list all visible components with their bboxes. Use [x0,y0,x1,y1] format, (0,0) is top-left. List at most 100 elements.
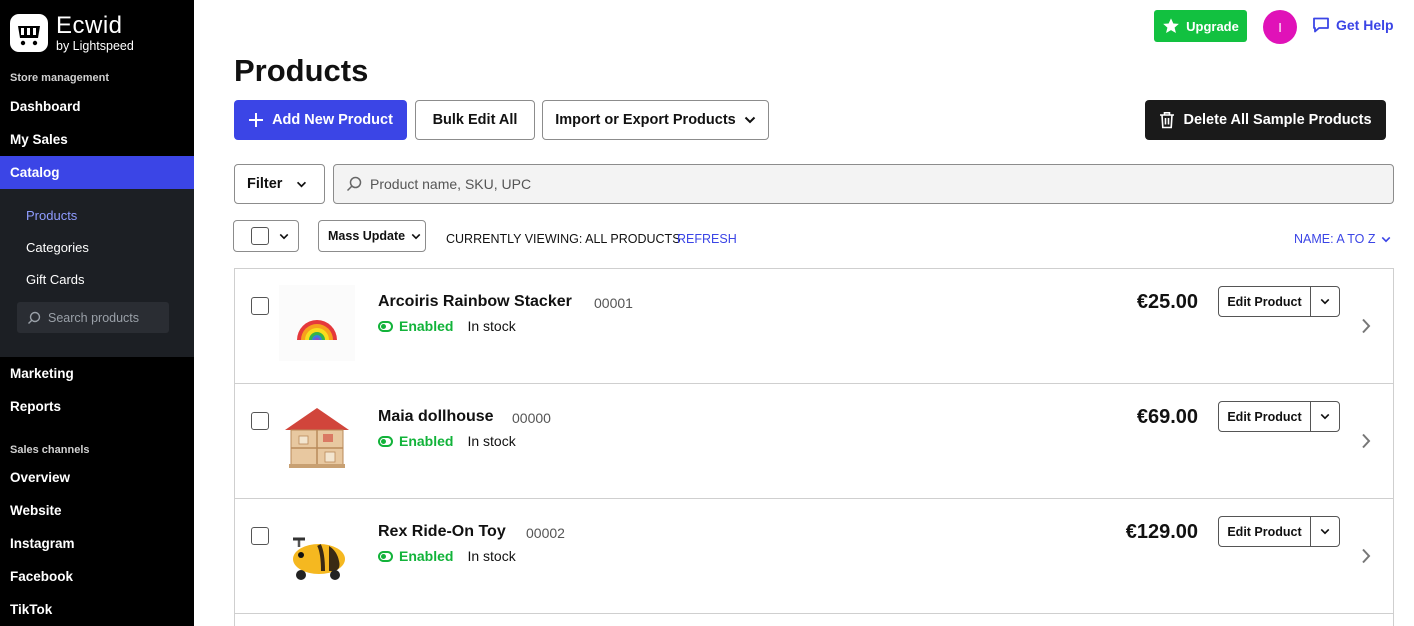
sidebar-subitem-categories[interactable]: Categories [26,240,89,255]
star-icon [1163,18,1179,34]
upgrade-label: Upgrade [1186,18,1239,34]
ride-on-toy-image[interactable] [279,515,355,591]
edit-product-split-button: Edit Product [1218,516,1340,547]
user-avatar[interactable]: I [1263,10,1297,44]
edit-product-menu-button[interactable] [1311,287,1339,316]
refresh-link[interactable]: REFRESH [677,232,737,246]
product-sku: 00001 [594,295,633,311]
bulk-edit-all-label: Bulk Edit All [432,112,518,128]
product-price: €25.00 [1136,291,1198,313]
upgrade-button[interactable]: Upgrade [1154,10,1247,42]
sidebar-item-instagram[interactable]: Instagram [0,527,194,560]
sidebar-subitem-gift-cards[interactable]: Gift Cards [26,272,85,287]
app: Ecwid by Lightspeed Store management Das… [0,0,1414,626]
sort-label: NAME: A TO Z [1294,232,1376,246]
product-search-box[interactable] [333,164,1394,204]
get-help-label: Get Help [1336,17,1394,33]
bulk-edit-all-button[interactable]: Bulk Edit All [415,100,535,140]
sidebar-item-dashboard[interactable]: Dashboard [0,90,194,123]
edit-product-menu-button[interactable] [1311,517,1339,546]
sidebar: Ecwid by Lightspeed Store management Das… [0,0,194,626]
cart-logo-icon [10,14,48,52]
edit-product-button[interactable]: Edit Product [1219,517,1311,546]
product-price: €129.00 [1125,521,1198,543]
section-sales-channels: Sales channels [10,444,90,456]
sidebar-item-reports[interactable]: Reports [0,390,194,423]
edit-product-menu-button[interactable] [1311,402,1339,431]
edit-product-button[interactable]: Edit Product [1219,402,1311,431]
delete-sample-products-label: Delete All Sample Products [1183,112,1372,128]
enabled-label: Enabled [399,318,454,334]
section-store-management: Store management [10,72,110,84]
filter-dropdown[interactable]: Filter [234,164,325,204]
product-status: Enabled In stock [378,433,516,449]
import-export-dropdown[interactable]: Import or Export Products [542,100,769,140]
sidebar-item-website[interactable]: Website [0,494,194,527]
currently-viewing-text: CURRENTLY VIEWING: ALL PRODUCTS [446,232,681,246]
brand-logo[interactable]: Ecwid by Lightspeed [10,14,134,53]
select-all-checkbox[interactable] [251,227,269,245]
select-all-dropdown[interactable] [233,220,299,252]
chevron-down-icon [744,116,755,124]
sidebar-search-placeholder: Search products [48,310,140,325]
product-checkbox[interactable] [251,297,269,315]
get-help-link[interactable]: Get Help [1312,17,1394,33]
trash-icon [1160,112,1175,129]
page-title: Products [234,53,369,88]
chevron-right-icon[interactable] [1361,433,1371,449]
rainbow-stacker-image[interactable] [279,285,355,361]
filter-label: Filter [247,176,283,192]
product-search-input[interactable] [370,176,1270,192]
chevron-down-icon [1320,528,1330,535]
chevron-down-icon [279,233,289,239]
chevron-right-icon[interactable] [1361,318,1371,334]
product-row[interactable]: Arcoiris Rainbow Stacker 00001 Enabled I… [235,269,1393,384]
product-checkbox[interactable] [251,527,269,545]
brand-name: Ecwid [56,12,123,39]
product-row[interactable]: Maia dollhouse 00000 Enabled In stock €6… [235,384,1393,499]
product-status: Enabled In stock [378,318,516,334]
stock-label: In stock [467,433,516,449]
search-icon [28,311,41,324]
mass-update-dropdown[interactable]: Mass Update [318,220,426,252]
sidebar-item-marketing[interactable]: Marketing [0,357,194,390]
product-name[interactable]: Maia dollhouse [378,408,494,426]
sidebar-subitem-products[interactable]: Products [26,208,77,223]
sidebar-item-overview[interactable]: Overview [0,461,194,494]
product-name[interactable]: Rex Ride-On Toy [378,523,506,541]
product-sku: 00000 [512,410,551,426]
product-list: Arcoiris Rainbow Stacker 00001 Enabled I… [234,268,1394,626]
sort-dropdown[interactable]: NAME: A TO Z [1294,232,1391,246]
plus-icon [249,113,264,127]
product-row[interactable]: Rex Ride-On Toy 00002 Enabled In stock €… [235,499,1393,614]
enabled-label: Enabled [399,433,454,449]
chevron-down-icon [1320,298,1330,305]
chevron-down-icon [1320,413,1330,420]
import-export-label: Import or Export Products [555,112,736,128]
stock-label: In stock [467,548,516,564]
product-name[interactable]: Arcoiris Rainbow Stacker [378,293,572,311]
chevron-right-icon[interactable] [1361,548,1371,564]
chevron-down-icon [411,233,421,239]
product-status: Enabled In stock [378,548,516,564]
chat-icon [1313,17,1329,33]
sidebar-item-my-sales[interactable]: My Sales [0,123,194,156]
toggle-on-icon [378,435,393,447]
stock-label: In stock [467,318,516,334]
edit-product-split-button: Edit Product [1218,286,1340,317]
edit-product-split-button: Edit Product [1218,401,1340,432]
add-new-product-button[interactable]: Add New Product [234,100,407,140]
sidebar-item-tiktok[interactable]: TikTok [0,593,194,626]
sidebar-item-catalog[interactable]: Catalog [0,156,194,189]
search-icon [346,176,362,192]
delete-sample-products-button[interactable]: Delete All Sample Products [1145,100,1386,140]
enabled-label: Enabled [399,548,454,564]
product-sku: 00002 [526,525,565,541]
product-checkbox[interactable] [251,412,269,430]
sidebar-item-facebook[interactable]: Facebook [0,560,194,593]
chevron-down-icon [297,181,307,187]
sidebar-search-input[interactable]: Search products [17,302,169,333]
edit-product-button[interactable]: Edit Product [1219,287,1311,316]
dollhouse-image[interactable] [279,400,355,476]
product-price: €69.00 [1136,406,1198,428]
